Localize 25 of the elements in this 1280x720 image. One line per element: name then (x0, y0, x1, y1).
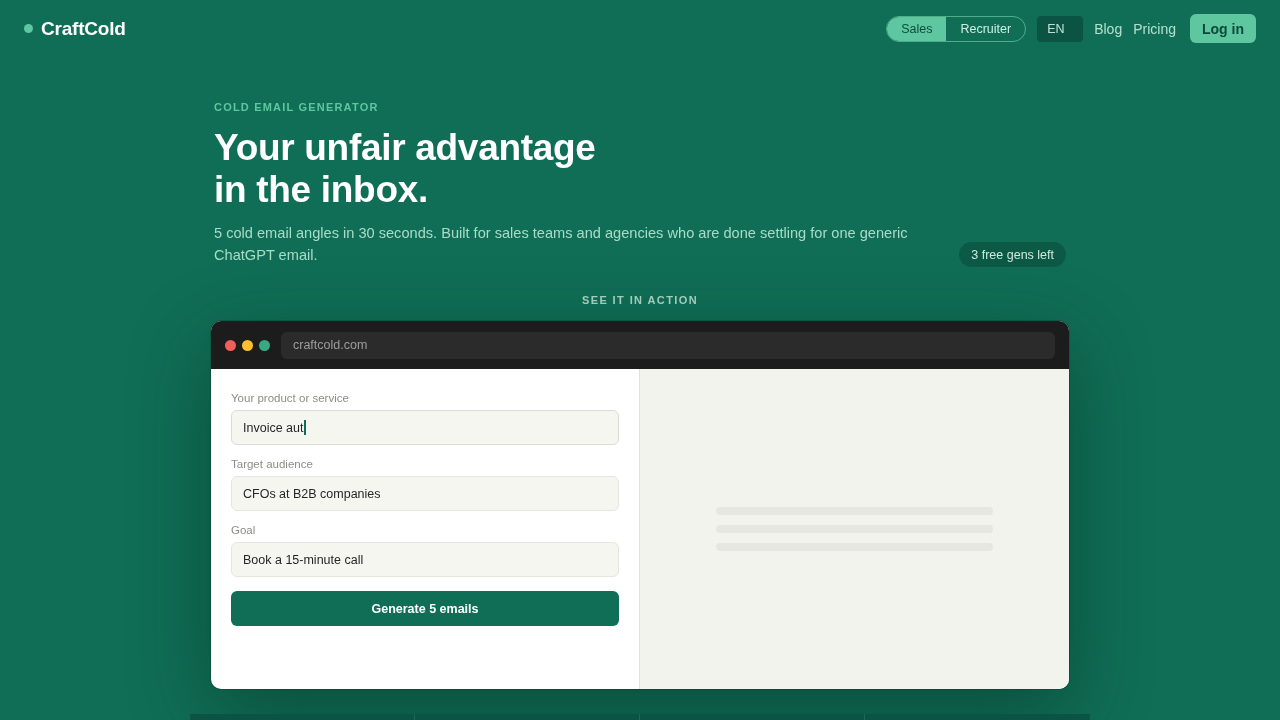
nav-link[interactable]: Blog (1094, 20, 1123, 37)
hero-subtitle: 5 cold email angles in 30 seconds. Built for sales teams and agencies who are done settling for one generic ChatGPT email. (214, 224, 909, 265)
field-label: Your product or service (231, 391, 349, 405)
window-dot-icon (259, 339, 270, 351)
nav-link[interactable]: Pricing (1133, 20, 1176, 37)
input-field[interactable]: Book a 15-minute call (231, 542, 619, 577)
url-bar: craftcold.com (281, 331, 1055, 359)
logo-dot-icon (24, 24, 33, 33)
language-button[interactable]: EN (1037, 15, 1084, 42)
generate-button[interactable]: Generate 5 emails (231, 591, 619, 626)
login-button[interactable]: Log in (1190, 14, 1256, 43)
input-field[interactable]: Invoice aut (231, 410, 619, 445)
section-label: SEE IT IN ACTION (581, 294, 699, 306)
field-label: Goal (231, 523, 256, 537)
mode-tab[interactable]: Sales (887, 16, 947, 41)
credits-badge: 3 free gens left (959, 242, 1066, 267)
text-cursor-icon (304, 420, 307, 435)
field-label: Target audience (231, 457, 313, 471)
eyebrow-label: COLD EMAIL GENERATOR (214, 101, 379, 113)
window-dot-icon (225, 339, 236, 351)
input-field[interactable]: CFOs at B2B companies (231, 476, 619, 511)
window-dot-icon (242, 339, 253, 351)
mode-tab[interactable]: Recruiter (946, 16, 1026, 41)
logo-text[interactable]: CraftCold (41, 17, 126, 40)
hero-heading: Your unfair advantage in the inbox. (214, 127, 596, 211)
